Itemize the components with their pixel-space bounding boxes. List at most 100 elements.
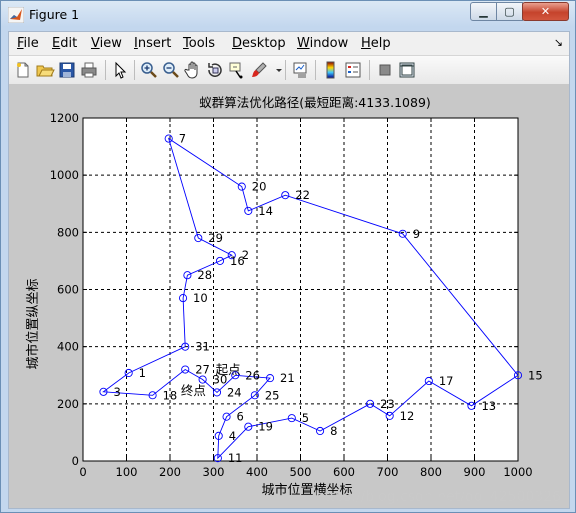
menu-view-accel: V	[91, 36, 100, 51]
city-label: 3	[113, 385, 120, 399]
edit-plot-icon[interactable]	[110, 60, 130, 80]
show-plot-tools-icon[interactable]	[397, 60, 417, 80]
figure-canvas: 蚁群算法优化路径(最短距离:4133.1089) 城市位置横坐标 城市位置纵坐标…	[9, 84, 569, 508]
title-bar[interactable]: Figure 1 ▁ ▢ ✕	[1, 1, 575, 29]
rotate-3d-icon[interactable]	[205, 60, 225, 80]
watermark-text: https://blog.csdn.net/qq_42500326	[315, 489, 561, 505]
x-tick-label: 200	[159, 465, 181, 479]
x-tick-label: 100	[116, 465, 138, 479]
x-tick-label: 1000	[503, 465, 532, 479]
x-tick-label: 300	[203, 465, 225, 479]
print-icon[interactable]	[79, 60, 99, 80]
city-label: 22	[295, 188, 310, 202]
plot-svg: 蚁群算法优化路径(最短距离:4133.1089) 城市位置横坐标 城市位置纵坐标…	[25, 95, 543, 498]
city-label: 20	[252, 180, 267, 194]
hide-plot-tools-icon[interactable]	[375, 60, 395, 80]
open-icon[interactable]	[35, 60, 55, 80]
figure-client: File Edit View Insert Tools Desktop Wind…	[8, 31, 570, 509]
city-label: 21	[280, 371, 295, 385]
menu-desktop-label: esktop	[242, 36, 286, 51]
city-label: 15	[528, 368, 543, 382]
maximize-button[interactable]: ▢	[496, 2, 523, 21]
y-axis-label: 城市位置纵坐标	[25, 278, 41, 369]
city-label: 19	[258, 420, 273, 434]
menu-view[interactable]: View	[91, 36, 122, 51]
city-label: 25	[265, 388, 280, 402]
toolbar-separator	[369, 60, 370, 80]
toolbar-separator	[134, 60, 135, 80]
menu-file[interactable]: File	[17, 36, 39, 51]
city-label: 9	[413, 227, 420, 241]
menu-bar: File Edit View Insert Tools Desktop Wind…	[9, 32, 569, 54]
city-label: 26	[245, 368, 260, 382]
close-button[interactable]: ✕	[522, 2, 569, 21]
y-tick-label: 400	[57, 340, 79, 354]
menu-insert[interactable]: Insert	[134, 36, 171, 51]
menu-help-accel: H	[361, 36, 371, 51]
menu-desktop[interactable]: Desktop	[232, 36, 286, 51]
link-plot-icon[interactable]	[291, 60, 311, 80]
data-cursor-icon[interactable]	[227, 60, 247, 80]
pan-icon[interactable]	[183, 60, 203, 80]
menu-window[interactable]: Window	[297, 36, 348, 51]
city-label: 11	[228, 451, 243, 465]
colorbar-icon[interactable]	[321, 60, 341, 80]
city-label: 6	[237, 410, 244, 424]
y-tick-label: 0	[72, 454, 79, 468]
menu-view-label: iew	[99, 36, 122, 51]
toolbar-separator	[315, 60, 316, 80]
menu-insert-label: nsert	[137, 36, 172, 51]
brush-dropdown-icon[interactable]	[269, 60, 282, 80]
figure-window: Figure 1 ▁ ▢ ✕ File Edit View Insert Too…	[0, 0, 576, 513]
menu-desktop-accel: D	[232, 36, 243, 51]
city-label: 31	[195, 340, 210, 354]
legend-icon[interactable]	[343, 60, 363, 80]
figure-toolbar	[9, 55, 569, 85]
y-tick-label: 200	[57, 397, 79, 411]
new-figure-icon[interactable]	[13, 60, 33, 80]
city-label: 4	[229, 429, 236, 443]
city-label: 14	[258, 204, 273, 218]
menu-edit[interactable]: Edit	[52, 36, 77, 51]
city-label: 27	[195, 363, 210, 377]
city-label: 28	[197, 268, 212, 282]
y-tick-label: 600	[57, 283, 79, 297]
menu-edit-accel: E	[52, 36, 61, 51]
city-label: 10	[193, 291, 208, 305]
city-label: 23	[380, 397, 395, 411]
y-tick-label: 1000	[50, 168, 79, 182]
zoom-in-icon[interactable]	[139, 60, 159, 80]
y-tick-label: 800	[57, 225, 79, 239]
brush-icon[interactable]	[249, 60, 269, 80]
save-icon[interactable]	[57, 60, 77, 80]
plot-layer: 0 100 200 300 400 500 600 700 800 900 1000 0 200 400 6…	[50, 111, 543, 479]
toolbar-separator	[105, 60, 106, 80]
menu-tools[interactable]: Tools	[183, 36, 215, 51]
route-annotation: 起点	[216, 362, 241, 377]
x-tick-label: 0	[79, 465, 86, 479]
menu-window-label: indow	[309, 36, 349, 51]
city-label: 17	[439, 374, 454, 388]
x-tick-label: 800	[420, 465, 442, 479]
menu-window-accel: W	[297, 36, 310, 51]
city-label: 7	[179, 132, 186, 146]
x-tick-label: 700	[377, 465, 399, 479]
y-tick-label: 1200	[50, 111, 79, 125]
city-label: 29	[208, 231, 223, 245]
menu-help[interactable]: Help	[361, 36, 391, 51]
city-label: 13	[481, 399, 496, 413]
city-label: 5	[302, 411, 309, 425]
x-tick-label: 400	[246, 465, 268, 479]
dock-arrow-icon[interactable]: ↘	[554, 36, 563, 49]
city-label: 8	[330, 424, 337, 438]
minimize-button[interactable]: ▁	[470, 2, 497, 21]
city-label: 12	[400, 409, 415, 423]
menu-tools-label: ools	[188, 36, 216, 51]
x-tick-label: 500	[290, 465, 312, 479]
city-label: 1	[139, 366, 146, 380]
zoom-out-icon[interactable]	[161, 60, 181, 80]
x-tick-label: 900	[464, 465, 486, 479]
city-label: 24	[227, 385, 242, 399]
menu-edit-label: dit	[60, 36, 78, 51]
matlab-logo-icon	[7, 6, 25, 24]
